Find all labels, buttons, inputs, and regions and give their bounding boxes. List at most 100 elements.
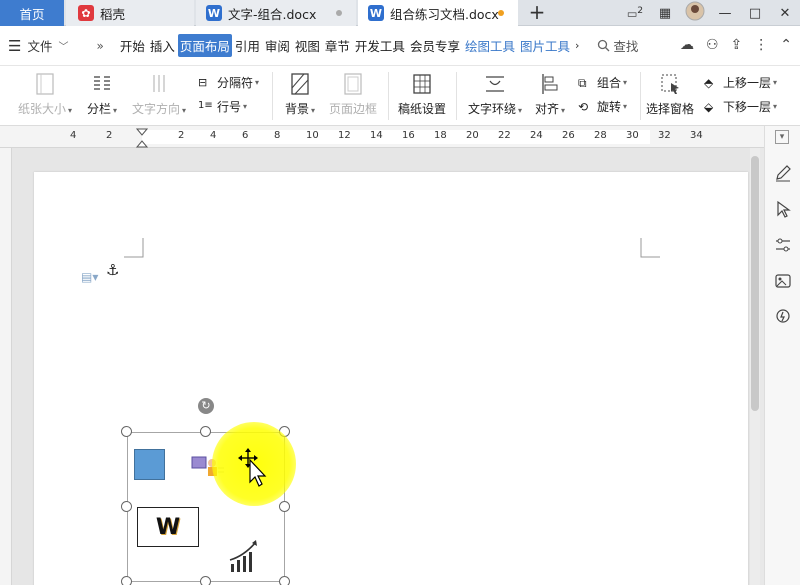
- share-user-icon[interactable]: ⚇: [706, 37, 719, 53]
- vertical-scrollbar[interactable]: [750, 148, 760, 585]
- group-icon: ⧉: [578, 75, 587, 90]
- image-panel-icon[interactable]: [774, 272, 792, 290]
- text-direction-button[interactable]: 文字方向 ▾: [128, 72, 190, 117]
- send-backward-icon: ⬙: [704, 99, 714, 114]
- horizontal-ruler[interactable]: 4 2 2 4 6 8 10 12 14 16 18 20 22 24 26 28 30 32 34: [0, 126, 764, 148]
- align-icon: [542, 74, 558, 94]
- selection-pane-button[interactable]: 选择窗格: [644, 72, 696, 117]
- send-backward-label: 下移一层: [723, 100, 772, 114]
- menu-tab-3[interactable]: 引用: [233, 34, 262, 57]
- scrollbar-thumb[interactable]: [751, 156, 759, 411]
- select-pointer-icon[interactable]: [774, 200, 792, 218]
- group-button[interactable]: ⧉ 组合 ▾: [578, 74, 627, 91]
- lightbulb-icon[interactable]: [774, 308, 792, 326]
- hamburger-icon: ☰: [8, 36, 22, 55]
- separator-button[interactable]: ⊟ 分隔符 ▾: [198, 74, 259, 91]
- paper-size-icon: [36, 73, 54, 95]
- ruler-tick-label: 30: [626, 130, 639, 141]
- menu-tab-6[interactable]: 章节: [323, 34, 352, 57]
- line-number-button[interactable]: 1≡ 行号 ▾: [198, 98, 247, 115]
- chevron-right-icon[interactable]: ›: [575, 39, 579, 52]
- ruler-tick-label: 16: [402, 130, 415, 141]
- menu-tab-10[interactable]: 图片工具: [518, 34, 572, 57]
- manuscript-grid-icon: [413, 74, 431, 94]
- menu-tab-2[interactable]: 页面布局: [177, 34, 232, 57]
- text-wrap-button[interactable]: 文字环绕 ▾: [464, 72, 526, 117]
- unsaved-dot[interactable]: [498, 10, 504, 16]
- menu-tab-9[interactable]: 绘图工具: [463, 34, 517, 57]
- page-border-button[interactable]: 页面边框: [326, 72, 380, 117]
- blue-square-shape[interactable]: [134, 449, 165, 480]
- ruler-tick-label: 4: [210, 130, 217, 141]
- menu-tab-1[interactable]: 插入: [148, 34, 177, 57]
- avatar[interactable]: [680, 1, 710, 25]
- margin-corner-top-right: [640, 238, 660, 258]
- paper-size-button[interactable]: 纸张大小 ▾: [14, 72, 76, 117]
- collapse-ribbon-icon[interactable]: ⌃: [780, 37, 792, 53]
- ruler-tick-label: 14: [370, 130, 383, 141]
- background-button[interactable]: 背景 ▾: [282, 72, 318, 117]
- document-canvas[interactable]: ▤▾ ⚓ ↻ W: [12, 148, 750, 585]
- adjust-sliders-icon[interactable]: [774, 236, 792, 254]
- columns-label: 分栏: [86, 102, 111, 116]
- menu-tab-5[interactable]: 视图: [293, 34, 322, 57]
- ruler-tick-label: 10: [306, 130, 319, 141]
- document-page[interactable]: ▤▾ ⚓ ↻ W: [34, 172, 748, 585]
- ruler-tick-label: 24: [530, 130, 543, 141]
- maximize-button[interactable]: □: [740, 6, 770, 21]
- resize-handle-nw[interactable]: [121, 426, 132, 437]
- more-menus-icon[interactable]: »: [96, 39, 103, 53]
- grid-view-icon[interactable]: ▦: [650, 6, 680, 21]
- rotate-handle-icon[interactable]: ↻: [198, 398, 214, 414]
- margin-corner-top-left: [124, 238, 144, 258]
- writer-doc-icon: W: [206, 5, 222, 21]
- resize-handle-s[interactable]: [200, 576, 211, 585]
- search-button[interactable]: 查找: [597, 36, 638, 55]
- indent-marker-icon[interactable]: [136, 128, 148, 148]
- resize-handle-se[interactable]: [279, 576, 290, 585]
- new-tab-button[interactable]: +: [526, 2, 548, 24]
- manuscript-settings-button[interactable]: 稿纸设置: [396, 72, 448, 117]
- cloud-sync-icon[interactable]: ☁: [680, 37, 694, 53]
- growth-chart-icon[interactable]: [228, 538, 260, 574]
- menu-tab-4[interactable]: 审阅: [263, 34, 292, 57]
- resize-handle-n[interactable]: [200, 426, 211, 437]
- tab-daoke[interactable]: ✿ 稻壳: [66, 0, 194, 26]
- minimize-button[interactable]: —: [710, 6, 740, 21]
- rotate-button[interactable]: ⟲ 旋转 ▾: [578, 98, 627, 115]
- text-wrap-icon: [486, 76, 504, 92]
- anchor-icon[interactable]: ⚓: [106, 261, 119, 279]
- resize-handle-w[interactable]: [121, 501, 132, 512]
- selection-pane-icon: [661, 74, 679, 94]
- tab-document-2[interactable]: W 组合练习文档.docx: [358, 0, 518, 26]
- more-options-icon[interactable]: ⋮: [754, 37, 768, 53]
- page-count-icon[interactable]: ▭2: [620, 5, 650, 21]
- ruler-tick-label: 34: [690, 130, 703, 141]
- w-text-shape[interactable]: W: [137, 507, 199, 547]
- vertical-ruler[interactable]: [0, 148, 12, 585]
- close-button[interactable]: ✕: [770, 6, 800, 21]
- bring-forward-icon: ⬘: [704, 75, 714, 90]
- ruler-tick-label: 6: [242, 130, 249, 141]
- align-button[interactable]: 对齐 ▾: [532, 72, 568, 117]
- bring-forward-button[interactable]: ⬘ 上移一层 ▾: [704, 74, 777, 91]
- separator-label: 分隔符: [217, 76, 254, 90]
- tab-document-1[interactable]: W 文字-组合.docx: [196, 0, 356, 26]
- bring-forward-label: 上移一层: [723, 76, 772, 90]
- tab-close-dot[interactable]: [336, 10, 342, 16]
- side-panel-toggle-icon[interactable]: ▾: [775, 130, 789, 144]
- resize-handle-sw[interactable]: [121, 576, 132, 585]
- share-icon[interactable]: ⇪: [731, 37, 743, 53]
- menu-tab-8[interactable]: 会员专享: [408, 34, 462, 57]
- tab-home[interactable]: 首页: [0, 0, 64, 26]
- resize-handle-e[interactable]: [279, 501, 290, 512]
- file-menu[interactable]: ☰ 文件 ﹀: [8, 36, 68, 55]
- menu-tab-0[interactable]: 开始: [118, 34, 147, 57]
- paragraph-layout-icon[interactable]: ▤▾: [81, 270, 98, 284]
- line-number-label: 行号: [217, 100, 242, 114]
- menu-tab-7[interactable]: 开发工具: [353, 34, 407, 57]
- pen-edit-icon[interactable]: [774, 164, 792, 182]
- send-backward-button[interactable]: ⬙ 下移一层 ▾: [704, 98, 777, 115]
- columns-button[interactable]: 分栏 ▾: [84, 72, 120, 117]
- page-count-badge: 2: [637, 5, 644, 17]
